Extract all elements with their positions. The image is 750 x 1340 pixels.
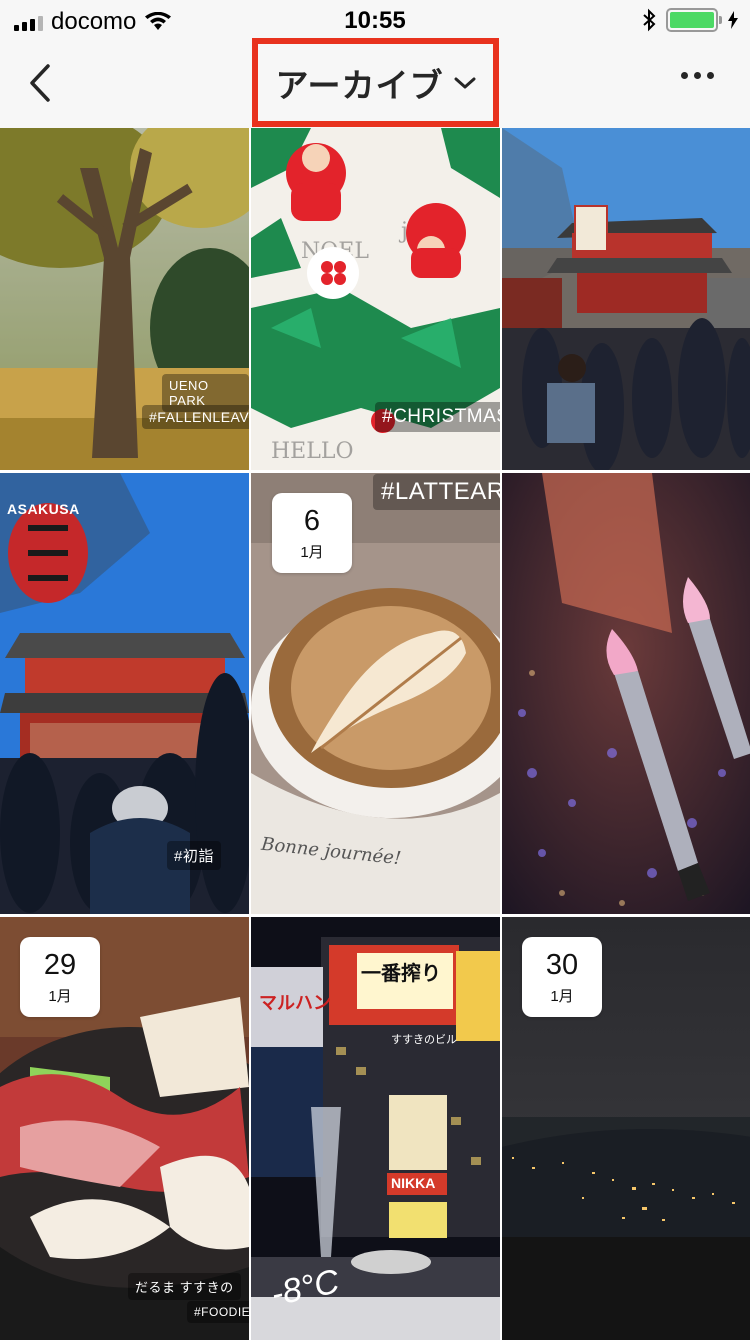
hashtag-sticker: #初詣 — [167, 841, 221, 870]
sign-nikka: NIKKA — [391, 1175, 436, 1191]
story-tile[interactable]: #LATTEART 6 1月 Bonne journée! — [251, 473, 500, 914]
location-sticker: だるま すすきの — [128, 1273, 241, 1300]
story-tile[interactable]: NOELjoyfulHELLO #CHRISTMAS — [251, 128, 500, 470]
story-tile[interactable]: ASAKUSA #初詣 — [0, 473, 249, 914]
photo-candle-lights — [502, 473, 750, 914]
story-tile[interactable] — [502, 473, 750, 914]
sign-maruhan: マルハン — [259, 993, 331, 1013]
status-right — [642, 8, 738, 32]
archive-title-dropdown[interactable]: アーカイブ — [252, 38, 499, 127]
page-title: アーカイブ — [275, 66, 444, 104]
photo-asakusa-crowd — [502, 128, 750, 470]
story-tile[interactable]: UENO PARK #FALLENLEAVES — [0, 128, 249, 470]
date-day: 6 — [303, 504, 321, 537]
charging-icon — [728, 11, 738, 29]
archive-grid: UENO PARK #FALLENLEAVES NOELjoyfulHELLO — [0, 128, 750, 1340]
date-month: 1月 — [550, 987, 574, 1005]
hashtag-sticker: #CHRISTMAS — [375, 402, 500, 432]
chevron-left-icon[interactable] — [22, 58, 62, 108]
nav-bar: アーカイブ — [0, 38, 750, 128]
date-month: 1月 — [300, 543, 324, 561]
more-horizontal-icon[interactable] — [681, 72, 714, 79]
chevron-down-icon — [454, 77, 476, 88]
date-day: 30 — [545, 948, 579, 981]
story-tile[interactable]: 30 1月 — [502, 917, 750, 1340]
story-tile[interactable]: 29 1月 だるま すすきの #FOODIE — [0, 917, 249, 1340]
bluetooth-icon — [643, 8, 656, 32]
date-month: 1月 — [48, 987, 72, 1005]
date-badge: 30 1月 — [522, 937, 602, 1017]
date-badge: 29 1月 — [20, 937, 100, 1017]
asakusa-label: ASAKUSA — [7, 501, 80, 517]
hashtag-sticker: #FOODIE — [187, 1301, 249, 1323]
hashtag-sticker: #FALLENLEAVES — [142, 405, 249, 429]
svg-text:HELLO: HELLO — [271, 439, 354, 464]
status-bar: docomo 10:55 — [0, 0, 750, 40]
story-tile[interactable]: 一番搾り マルハン NIKKA すすきのビル -8°C — [251, 917, 500, 1340]
date-badge: 6 1月 — [272, 493, 352, 573]
sign-building: すすきのビル — [391, 1034, 457, 1046]
battery-icon — [666, 8, 722, 32]
date-day: 29 — [43, 948, 77, 981]
clock: 10:55 — [344, 7, 406, 34]
story-tile[interactable] — [502, 128, 750, 470]
sign-ichiban: 一番搾り — [361, 963, 441, 985]
hashtag-sticker: #LATTEART — [373, 474, 500, 510]
